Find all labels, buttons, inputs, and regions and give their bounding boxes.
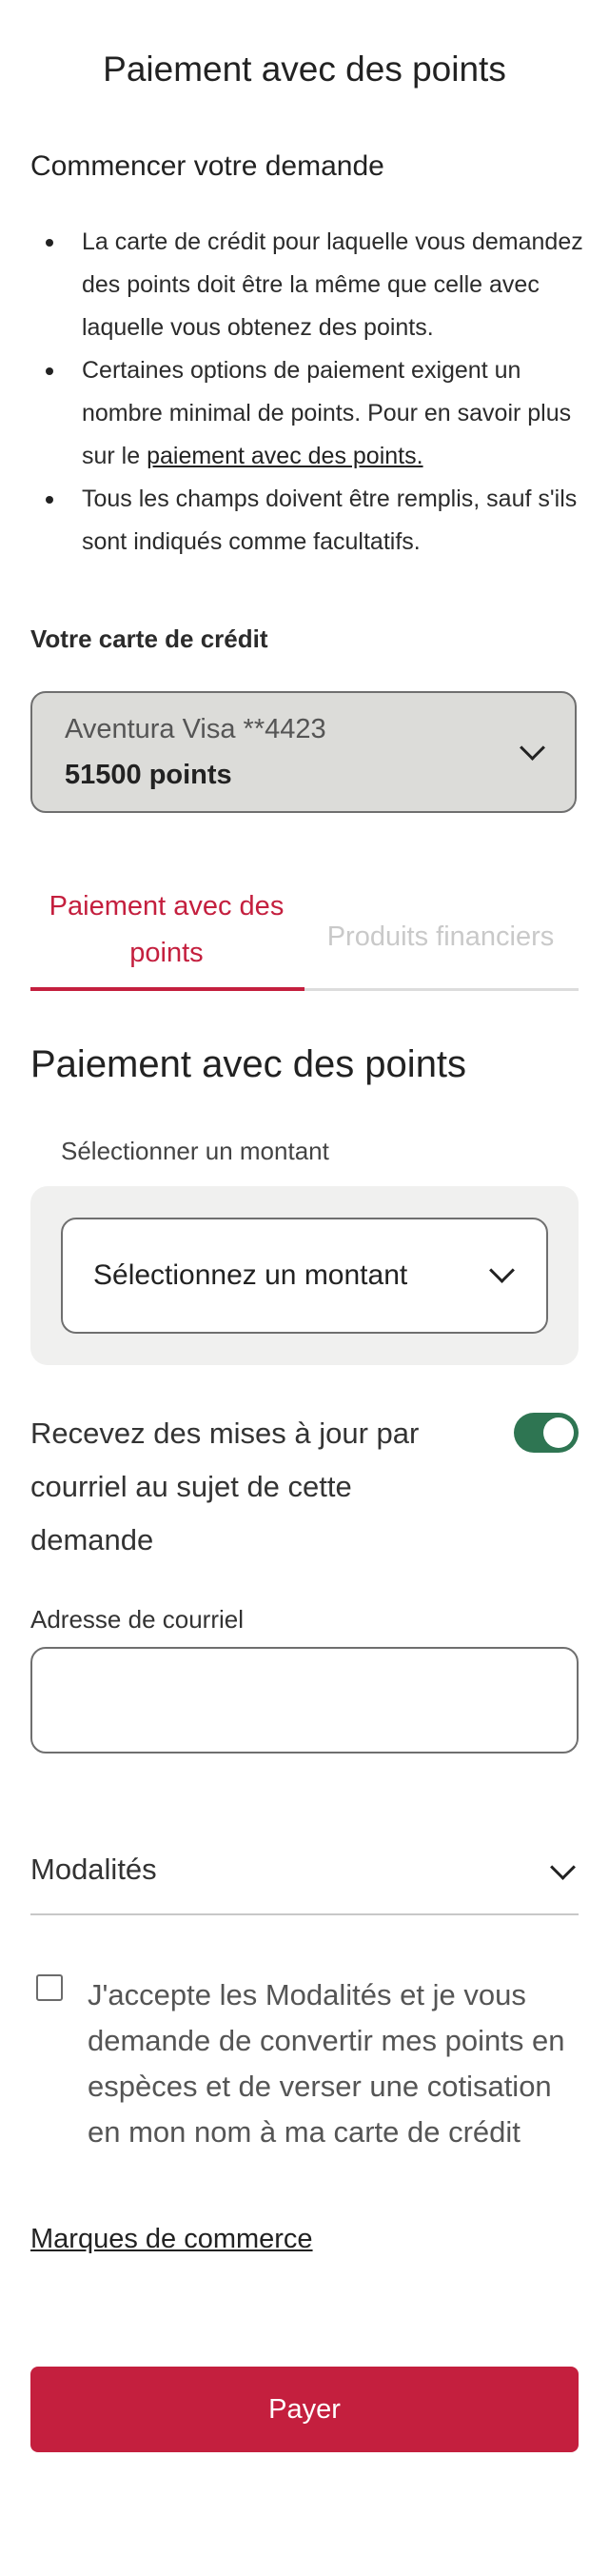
accept-terms-label: J'accepte les Modalités et je vous deman… — [88, 1978, 565, 2149]
tab-pay-with-points[interactable]: Paiement avec des points — [30, 883, 303, 990]
chevron-down-icon — [550, 1854, 576, 1880]
email-updates-toggle[interactable] — [514, 1413, 579, 1453]
credit-card-label: Votre carte de crédit — [30, 624, 268, 653]
terms-title: Modalités — [30, 1853, 157, 1886]
form-section-title: Paiement avec des points — [30, 1043, 467, 1085]
email-updates-label: Recevez des mises à jour par courriel au… — [30, 1417, 420, 1556]
pay-with-points-link[interactable]: paiement avec des points. — [147, 443, 422, 469]
amount-select-value: Sélectionnez un montant — [93, 1259, 408, 1291]
info-list: La carte de crédit pour laquelle vous de… — [30, 221, 588, 564]
card-name: Aventura Visa **4423 — [65, 714, 326, 744]
tab-financial-products[interactable]: Produits financiers — [304, 914, 577, 1020]
accept-terms-checkbox[interactable] — [36, 1974, 63, 2001]
info-bullet-3-text: Tous les champs doivent être remplis, sa… — [82, 485, 578, 555]
terms-accordion[interactable]: Modalités — [30, 1837, 579, 1913]
page-title: Paiement avec des points — [103, 50, 506, 89]
trademarks-link[interactable]: Marques de commerce — [30, 2224, 313, 2255]
info-bullet-1-text: La carte de crédit pour laquelle vous de… — [82, 228, 583, 341]
amount-panel: Sélectionnez un montant — [30, 1186, 579, 1365]
email-label: Adresse de courriel — [30, 1605, 244, 1634]
tab-bar: Paiement avec des points Produits financ… — [30, 883, 579, 992]
info-card: La carte de crédit pour laquelle vous de… — [21, 208, 588, 569]
credit-card-select[interactable]: Aventura Visa **4423 51500 points — [30, 691, 577, 813]
active-tab-indicator — [30, 987, 304, 991]
toggle-knob — [543, 1417, 574, 1448]
info-bullet-1: La carte de crédit pour laquelle vous de… — [30, 221, 588, 349]
email-input[interactable] — [30, 1647, 579, 1754]
intro-heading: Commencer votre demande — [30, 150, 384, 182]
pay-button[interactable]: Payer — [30, 2367, 579, 2452]
amount-select[interactable]: Sélectionnez un montant — [61, 1218, 548, 1334]
terms-divider — [30, 1913, 579, 1915]
info-bullet-2: Certaines options de paiement exigent un… — [30, 349, 588, 478]
card-points: 51500 points — [65, 760, 232, 790]
chevron-down-icon — [489, 1258, 515, 1283]
chevron-down-icon — [520, 735, 545, 761]
info-bullet-3: Tous les champs doivent être remplis, sa… — [30, 478, 588, 564]
amount-label: Sélectionner un montant — [61, 1137, 329, 1165]
